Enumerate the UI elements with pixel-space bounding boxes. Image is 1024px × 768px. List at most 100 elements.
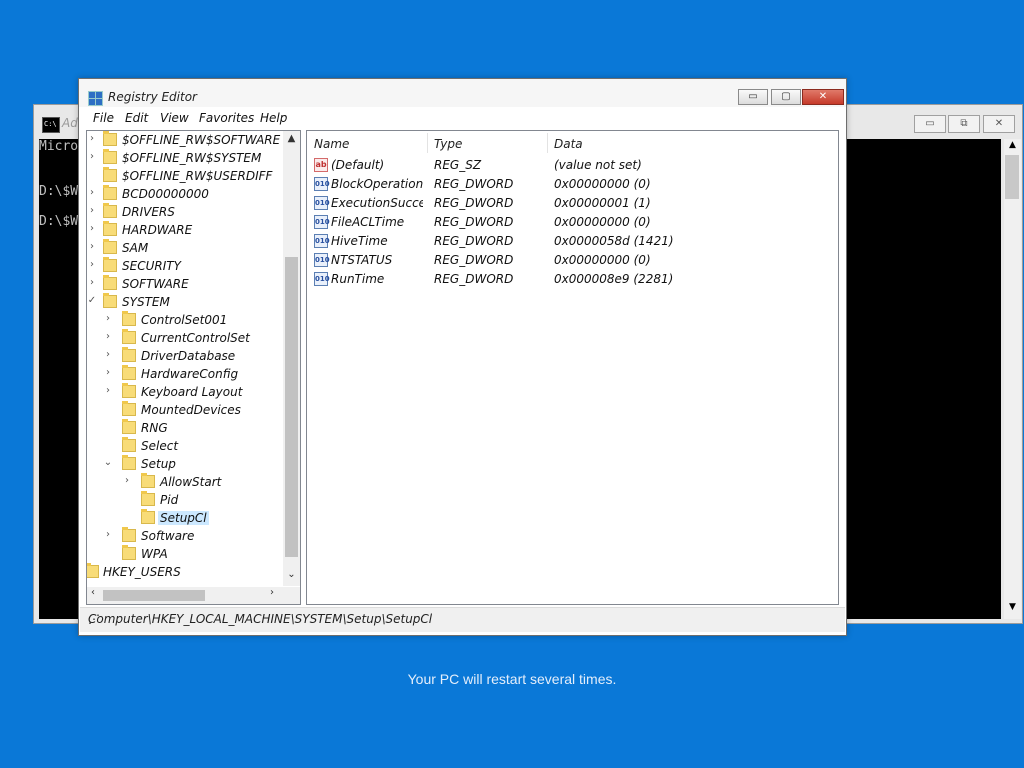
expand-chevron-icon[interactable]: › bbox=[87, 277, 97, 288]
value-data: 0x00000000 (0) bbox=[554, 215, 651, 229]
tree-item-label: AllowStart bbox=[160, 475, 222, 489]
registry-editor-window[interactable]: Registry Editor ▭ ▢ ✕ File Edit View Fav… bbox=[78, 78, 847, 636]
expand-chevron-icon[interactable]: › bbox=[103, 385, 113, 396]
close-button[interactable]: ✕ bbox=[802, 89, 844, 105]
expand-chevron-icon[interactable]: › bbox=[87, 205, 97, 216]
value-type: REG_DWORD bbox=[434, 177, 514, 191]
tree-item-label: SOFTWARE bbox=[122, 277, 189, 291]
console-minimize-button[interactable]: ▭ bbox=[914, 115, 946, 133]
tree-item-label: Software bbox=[141, 529, 195, 543]
resize-grip-icon[interactable]: ⋰ bbox=[88, 612, 841, 629]
value-row[interactable]: 010 RunTime REG_DWORD 0x000008e9 (2281) bbox=[307, 270, 838, 289]
menu-edit[interactable]: Edit bbox=[125, 111, 148, 125]
folder-icon bbox=[122, 329, 136, 344]
value-row[interactable]: 010 NTSTATUS REG_DWORD 0x00000000 (0) bbox=[307, 251, 838, 270]
value-data: 0x00000000 (0) bbox=[554, 177, 651, 191]
regedit-titlebar[interactable]: Registry Editor ▭ ▢ ✕ bbox=[79, 79, 846, 107]
menu-bar: File Edit View Favorites Help bbox=[79, 109, 846, 129]
menu-view[interactable]: View bbox=[160, 111, 189, 125]
registry-editor-icon bbox=[88, 91, 103, 106]
console-maximize-button[interactable]: ⧉ bbox=[948, 115, 980, 133]
menu-favorites[interactable]: Favorites bbox=[199, 111, 254, 125]
tree-item-label: HKEY_USERS bbox=[103, 565, 181, 579]
value-type: REG_DWORD bbox=[434, 253, 514, 267]
value-type: REG_SZ bbox=[434, 158, 482, 172]
column-header-type[interactable]: Type bbox=[427, 131, 547, 155]
expand-chevron-icon[interactable]: › bbox=[87, 187, 97, 198]
value-name: FileACLTime bbox=[331, 215, 405, 229]
expand-chevron-icon[interactable]: › bbox=[87, 223, 97, 234]
expand-chevron-icon[interactable]: › bbox=[103, 331, 113, 342]
column-header-name[interactable]: Name bbox=[307, 131, 427, 155]
tree-horizontal-scrollbar[interactable]: ‹ › bbox=[87, 587, 300, 604]
folder-icon bbox=[103, 257, 117, 272]
tree-item-label: MountedDevices bbox=[141, 403, 241, 417]
menu-help[interactable]: Help bbox=[260, 111, 287, 125]
scroll-down-icon[interactable]: ▼ bbox=[1004, 602, 1021, 616]
tree-item-label: BCD00000000 bbox=[122, 187, 209, 201]
value-row[interactable]: 010 BlockOperations REG_DWORD 0x00000000 (0… bbox=[307, 175, 838, 194]
binary-value-icon: 010 bbox=[314, 272, 330, 286]
tree-item-label: Select bbox=[141, 439, 179, 453]
console-scrollbar[interactable]: ▲ ▼ bbox=[1004, 139, 1021, 619]
console-scroll-thumb[interactable] bbox=[1005, 155, 1019, 199]
tree-item-label: $OFFLINE_RW$SOFTWARE bbox=[122, 133, 281, 147]
value-row[interactable]: 010 FileACLTime REG_DWORD 0x00000000 (0) bbox=[307, 213, 838, 232]
expand-chevron-icon[interactable]: › bbox=[103, 313, 113, 324]
value-name: RunTime bbox=[331, 272, 385, 286]
scroll-up-icon[interactable]: ▲ bbox=[1004, 140, 1021, 154]
column-header-label: Type bbox=[434, 137, 463, 151]
folder-icon bbox=[122, 419, 136, 434]
console-icon bbox=[42, 117, 60, 133]
folder-icon bbox=[141, 473, 155, 488]
tree-item-label: RNG bbox=[141, 421, 168, 435]
minimize-button[interactable]: ▭ bbox=[738, 89, 768, 105]
value-row[interactable]: ab (Default) REG_SZ (value not set) bbox=[307, 156, 838, 175]
tree-vertical-scrollbar[interactable]: ▲ ⌄ bbox=[283, 131, 300, 586]
collapse-chevron-icon[interactable]: ✓ bbox=[87, 295, 97, 306]
scroll-right-icon[interactable]: › bbox=[270, 587, 274, 598]
scroll-up-icon[interactable]: ▲ bbox=[283, 133, 300, 144]
scroll-left-icon[interactable]: ‹ bbox=[91, 587, 95, 598]
value-name: HiveTime bbox=[331, 234, 388, 248]
expand-chevron-icon[interactable]: › bbox=[103, 529, 113, 540]
value-data: (value not set) bbox=[554, 158, 642, 172]
expand-chevron-icon[interactable]: › bbox=[122, 475, 132, 486]
registry-key-tree[interactable]: › $OFFLINE_RW$SOFTWARE › $OFFLINE_RW$SYSTE… bbox=[86, 130, 301, 605]
tree-item-label: SECURITY bbox=[122, 259, 181, 273]
tree-item-label: SYSTEM bbox=[122, 295, 170, 309]
tree-item-label: Setup bbox=[141, 457, 176, 471]
console-close-button[interactable]: ✕ bbox=[983, 115, 1015, 133]
tree-item-label: $OFFLINE_RW$USERDIFF bbox=[122, 169, 273, 183]
window-title: Registry Editor bbox=[108, 90, 197, 104]
maximize-button[interactable]: ▢ bbox=[771, 89, 801, 105]
expand-chevron-icon[interactable]: › bbox=[87, 151, 97, 162]
folder-icon bbox=[122, 455, 136, 470]
tree-hscroll-thumb[interactable] bbox=[103, 590, 205, 601]
column-header-data[interactable]: Data bbox=[547, 131, 747, 155]
expand-chevron-icon[interactable]: › bbox=[87, 133, 97, 144]
binary-value-icon: 010 bbox=[314, 215, 330, 229]
tree-scroll-thumb[interactable] bbox=[285, 257, 298, 557]
tree-item-label: $OFFLINE_RW$SYSTEM bbox=[122, 151, 262, 165]
value-type: REG_DWORD bbox=[434, 234, 514, 248]
value-data: 0x0000058d (1421) bbox=[554, 234, 674, 248]
value-row[interactable]: 010 HiveTime REG_DWORD 0x0000058d (1421) bbox=[307, 232, 838, 251]
folder-icon bbox=[103, 239, 117, 254]
collapse-chevron-icon[interactable]: ⌄ bbox=[103, 457, 113, 468]
setup-status-message: Your PC will restart several times. bbox=[407, 671, 617, 687]
folder-icon bbox=[122, 347, 136, 362]
tree-item-label: DRIVERS bbox=[122, 205, 175, 219]
folder-icon bbox=[141, 509, 155, 524]
menu-file[interactable]: File bbox=[93, 111, 114, 125]
expand-chevron-icon[interactable]: › bbox=[103, 367, 113, 378]
column-header-label: Data bbox=[554, 137, 583, 151]
expand-chevron-icon[interactable]: › bbox=[87, 241, 97, 252]
folder-icon bbox=[122, 365, 136, 380]
expand-chevron-icon[interactable]: › bbox=[103, 349, 113, 360]
scroll-down-icon[interactable]: ⌄ bbox=[283, 569, 300, 580]
expand-chevron-icon[interactable]: › bbox=[87, 259, 97, 270]
registry-values-list[interactable]: Name Type Data ab (Default) REG_SZ (value n… bbox=[306, 130, 839, 605]
value-row[interactable]: 010ExecutionSucces... REG_DWORD 0x00000001… bbox=[307, 194, 838, 213]
tree-item-label: DriverDatabase bbox=[141, 349, 236, 363]
